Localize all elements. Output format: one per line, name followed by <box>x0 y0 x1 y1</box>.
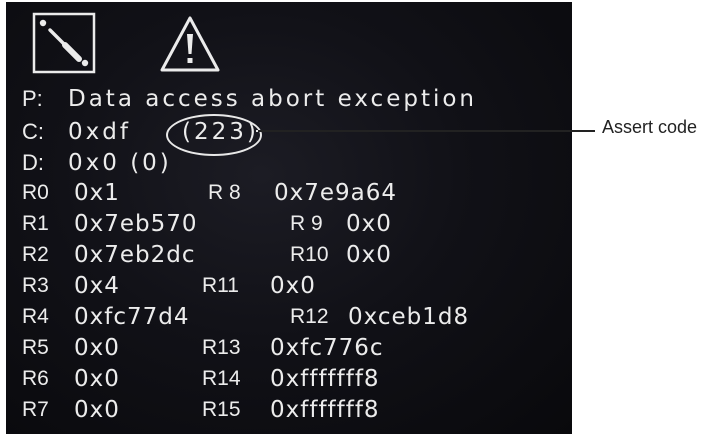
register-label: R4 <box>22 305 49 328</box>
register-value: 0x0 <box>74 366 120 392</box>
register-value: 0xceb1d8 <box>348 304 470 330</box>
c-hex: 0xdf <box>68 119 131 145</box>
register-label: R11 <box>202 274 239 297</box>
register-value: 0x0 <box>270 273 316 299</box>
assert-code-highlight <box>166 114 262 156</box>
register-label: R12 <box>290 305 329 328</box>
warning-icon <box>158 14 222 74</box>
register-value: 0xfc776c <box>270 335 384 361</box>
register-value: 0x7e9a64 <box>274 180 398 206</box>
register-value: 0x0 <box>346 211 392 237</box>
register-label: R7 <box>22 398 49 421</box>
register-value: 0x1 <box>74 180 120 206</box>
register-value: 0x4 <box>74 273 120 299</box>
register-label: R15 <box>202 398 241 421</box>
register-label: R0 <box>22 181 49 204</box>
register-label: R14 <box>202 367 241 390</box>
c-prefix: C: <box>22 119 44 144</box>
register-value: 0x7eb570 <box>74 211 198 237</box>
register-label: R6 <box>22 367 49 390</box>
register-label: R10 <box>290 243 329 266</box>
d-prefix: D: <box>22 150 44 175</box>
register-value: 0xfffffff8 <box>270 397 380 423</box>
register-label: R 8 <box>208 181 241 204</box>
register-label: R13 <box>202 336 241 359</box>
register-value: 0xfffffff8 <box>270 366 380 392</box>
register-value: 0x0 <box>74 397 120 423</box>
register-label: R1 <box>22 212 49 235</box>
register-value: 0x0 <box>346 242 392 268</box>
screwdriver-icon <box>32 12 96 74</box>
register-value: 0x7eb2dc <box>74 242 196 268</box>
p-prefix: P: <box>22 86 43 111</box>
register-value: 0xfc77d4 <box>74 304 190 330</box>
p-text: Data access abort exception <box>68 86 477 112</box>
register-label: R3 <box>22 274 49 297</box>
register-value: 0x0 <box>74 335 120 361</box>
register-label: R5 <box>22 336 49 359</box>
register-label: R 9 <box>290 212 323 235</box>
d-text: 0x0 (0) <box>68 150 172 176</box>
error-screen: P: Data access abort exception C: 0xdf (… <box>6 2 572 434</box>
assert-code-label: Assert code <box>602 117 698 137</box>
callout-line <box>258 130 595 132</box>
register-label: R2 <box>22 243 49 266</box>
